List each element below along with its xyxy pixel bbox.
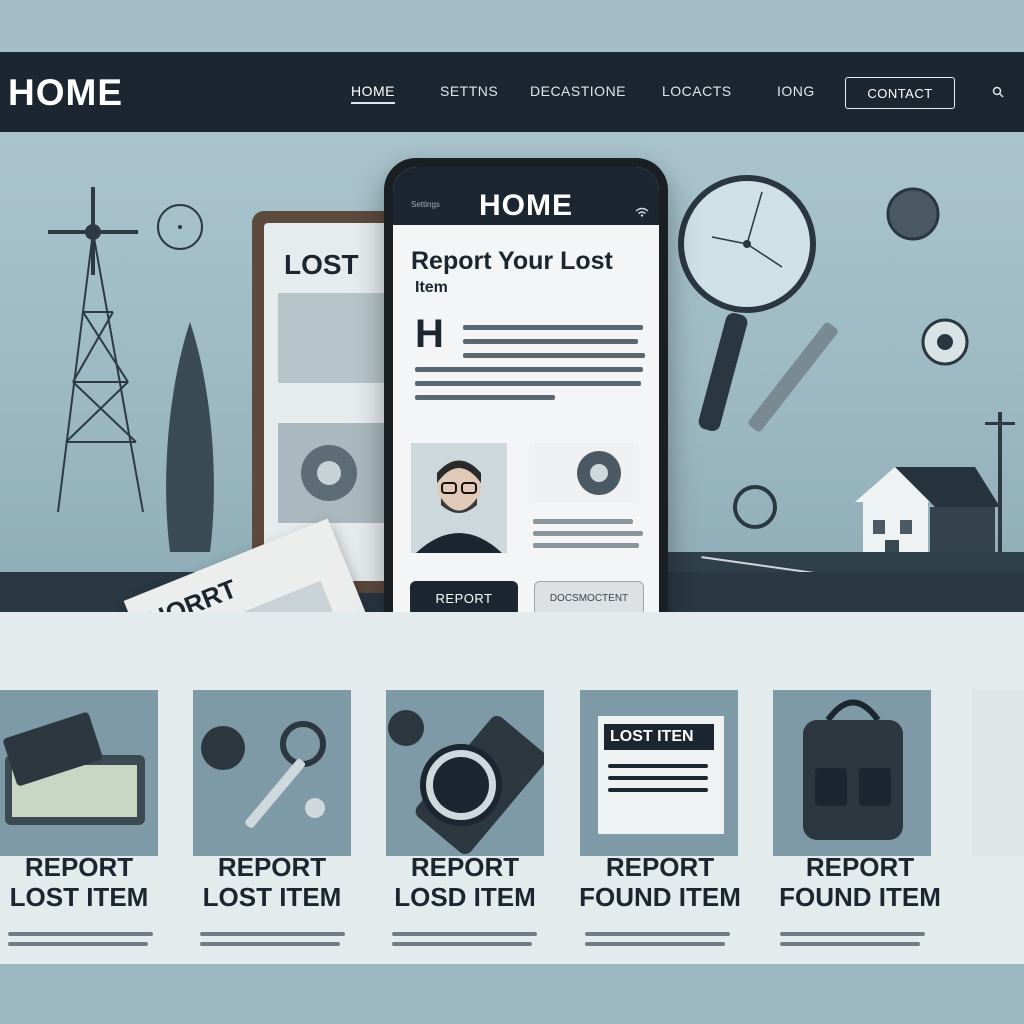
card-desc-4 [585, 932, 745, 952]
coin-icon [886, 187, 940, 241]
card-label-line1: REPORT [605, 852, 715, 882]
card-label-3: REPORT LOSD ITEM [368, 852, 562, 912]
card-label-line2: LOST ITEM [202, 882, 342, 912]
card-desc-3 [392, 932, 552, 952]
key-icon [733, 322, 838, 529]
documents-button[interactable]: DOCSMOCTENT [534, 581, 644, 616]
wifi-icon [635, 207, 649, 217]
wallet-icon [3, 712, 145, 825]
tablet-photo [278, 293, 386, 383]
phone-heading-line2: Item [415, 279, 448, 296]
text-line [463, 353, 645, 358]
house-illustration [855, 467, 1000, 562]
card-label-line2: LOST ITEM [9, 882, 149, 912]
card-label-line2: FOUND ITEM [779, 882, 941, 912]
card-image-watch[interactable] [386, 690, 547, 856]
phone-dropcap: H [415, 312, 444, 356]
watch-icon [388, 710, 547, 855]
card-label-1: REPORT LOST ITEM [0, 852, 176, 912]
card-desc-5 [780, 932, 940, 952]
card-image-key[interactable] [193, 690, 351, 856]
power-pole-illustration [985, 412, 1015, 572]
phone-heading: Report Your Lost [411, 247, 613, 275]
phone-title: HOME [479, 189, 573, 222]
text-line [463, 339, 638, 344]
nav-link-home[interactable]: HOME [351, 83, 395, 104]
tablet-title: LOST [284, 249, 359, 280]
text-line [415, 395, 555, 400]
report-button[interactable]: REPORT [410, 581, 518, 616]
text-line [533, 531, 643, 536]
nav-link-long[interactable]: IONG [777, 83, 815, 99]
nav-link-locations[interactable]: LOCACTS [662, 83, 732, 99]
card-image-partial[interactable] [972, 690, 1024, 856]
target-icon [157, 204, 203, 250]
text-line [533, 543, 639, 548]
card-desc-2 [200, 932, 360, 952]
search-icon[interactable] [992, 86, 1004, 98]
card-label-line1: REPORT [24, 852, 134, 882]
card-image-sheet[interactable]: LOST ITEN [580, 690, 738, 856]
card-image-backpack[interactable] [773, 690, 931, 856]
card-label-line2: FOUND ITEM [579, 882, 741, 912]
contact-button[interactable]: CONTACT [845, 77, 955, 109]
card-label-line1: REPORT [410, 852, 520, 882]
navbar: HOME HOME SETTNS DECASTIONE LOCACTS IONG… [0, 52, 1024, 132]
text-line [533, 519, 633, 524]
card-label-5: REPORT FOUND ITEM [763, 852, 957, 912]
text-line [463, 325, 643, 330]
sheet-title: LOST ITEN [604, 724, 714, 750]
item-photo [529, 443, 639, 503]
card-label-2: REPORT LOST ITEM [175, 852, 369, 912]
card-desc-1 [8, 932, 168, 952]
nav-link-settings[interactable]: SETTNS [440, 83, 498, 99]
card-label-4: REPORT FOUND ITEM [563, 852, 757, 912]
text-line [415, 367, 643, 372]
nav-link-destinations[interactable]: DECASTIONE [530, 83, 626, 99]
person-avatar-icon [416, 460, 502, 553]
brand-logo[interactable]: HOME [8, 72, 123, 114]
backpack-icon [803, 699, 903, 840]
windmill-illustration [48, 187, 144, 513]
card-label-line1: REPORT [217, 852, 327, 882]
lost-item-sheet-icon: LOST ITEN [598, 716, 724, 834]
phone-screen: Settings HOME Report Your Lost Item H RE… [393, 167, 659, 641]
button-badge-icon [921, 318, 969, 366]
tree-illustration [166, 322, 214, 552]
bottom-band [0, 964, 1024, 1024]
ring-icon [301, 445, 357, 501]
lost-item-icon [577, 451, 621, 495]
card-label-line2: LOSD ITEM [394, 882, 536, 912]
key-icon [201, 721, 326, 828]
card-image-wallet[interactable] [0, 690, 158, 856]
phone-device: Settings HOME Report Your Lost Item H RE… [384, 158, 668, 650]
text-line [415, 381, 641, 386]
top-band [0, 0, 1024, 52]
avatar-photo [411, 443, 507, 553]
card-label-line1: REPORT [805, 852, 915, 882]
